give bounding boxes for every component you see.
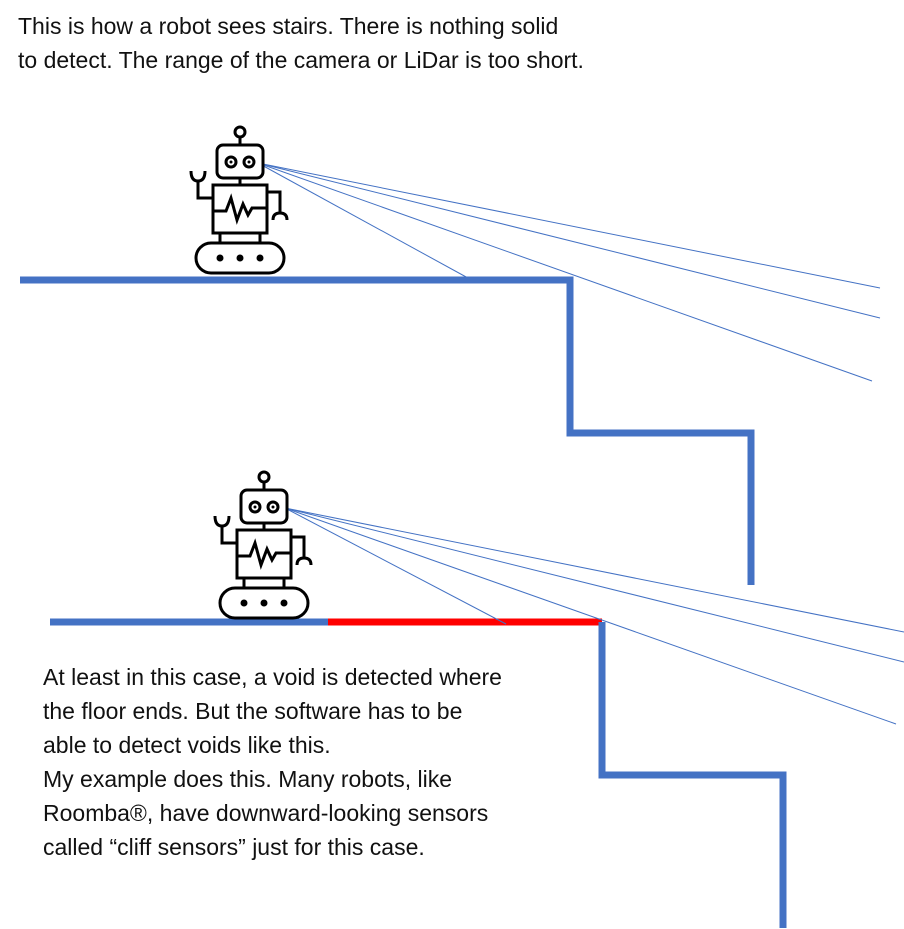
top-sight-line — [257, 162, 873, 382]
robot-icon — [189, 125, 289, 275]
bottom-caption-line-2: the floor ends. But the software has to … — [43, 698, 463, 724]
bottom-caption-line-5: Roomba®, have downward-looking sensors — [43, 800, 489, 826]
robot-icon — [213, 470, 313, 620]
bottom-caption-line-4: My example does this. Many robots, like — [43, 766, 453, 792]
bottom-caption-line-1: At least in this case, a void is detecte… — [43, 664, 502, 690]
top-sight-line — [257, 162, 881, 289]
bottom-sight-line — [284, 507, 507, 625]
top-scene — [20, 125, 881, 585]
bottom-caption-line-6: called “cliff sensors” just for this cas… — [43, 834, 425, 860]
top-sight-line — [257, 162, 469, 279]
bottom-caption-line-3: able to detect voids like this. — [43, 732, 331, 758]
bottom-stair-drop — [598, 622, 787, 928]
bottom-sight-line — [284, 507, 904, 663]
bottom-sight-line — [284, 507, 904, 633]
bottom-caption: At least in this case, a void is detecte… — [43, 660, 502, 864]
top-stair-floor — [20, 276, 755, 585]
